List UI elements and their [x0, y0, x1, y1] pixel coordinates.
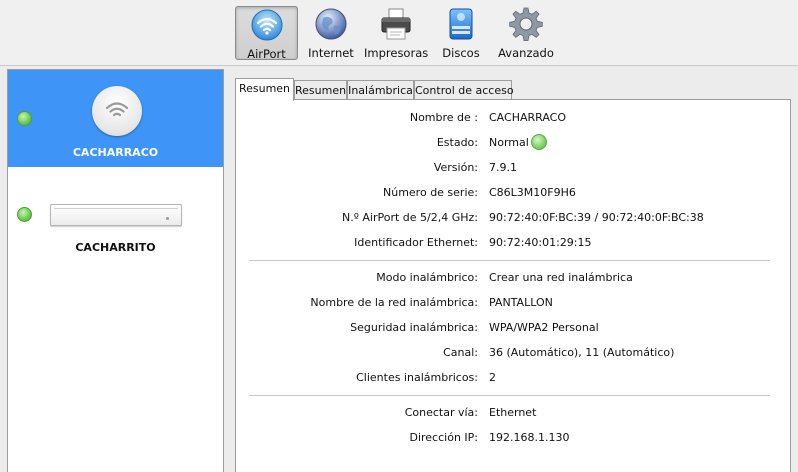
field-value: CACHARRACO [489, 111, 566, 124]
row-modo-inalambrico: Modo inalámbrico: Crear una red inalámbr… [236, 271, 792, 289]
field-value: Ethernet [489, 406, 537, 419]
field-label: Seguridad inalámbrica: [350, 321, 478, 334]
row-version: Versión: 7.9.1 [236, 161, 792, 179]
disk-icon [449, 8, 473, 40]
toolbar-airport-button[interactable]: AirPort [235, 6, 298, 61]
field-label: Nombre de la red inalámbrica: [310, 296, 478, 309]
field-label: Estado: [436, 136, 478, 149]
divider [249, 260, 770, 261]
toolbar-advanced-button[interactable]: Avanzado [496, 6, 556, 60]
device-status-indicator [17, 207, 32, 222]
field-label: Nombre de : [409, 111, 478, 124]
row-estado: Estado: Normal [236, 134, 792, 154]
device-name: CACHARRACO [72, 146, 159, 159]
globe-icon [315, 8, 347, 40]
field-value: WPA/WPA2 Personal [489, 321, 599, 334]
row-nombre-red: Nombre de la red inalámbrica: PANTALLON [236, 296, 792, 314]
field-value: 90:72:40:0F:BC:39 / 90:72:40:0F:BC:38 [489, 211, 704, 224]
row-numero-serie: Número de serie: C86L3M10F9H6 [236, 186, 792, 204]
field-value: 7.9.1 [489, 161, 517, 174]
airport-base-station-icon [92, 86, 142, 136]
toolbar-airport-label: AirPort [247, 47, 286, 61]
toolbar-internet-label: Internet [308, 46, 354, 60]
device-item-cacharrito[interactable]: CACHARRITO [8, 168, 223, 268]
field-value: Normal [489, 136, 529, 149]
row-nombre: Nombre de : CACHARRACO [236, 111, 792, 129]
device-item-cacharraco[interactable]: CACHARRACO [8, 70, 223, 167]
field-label: Clientes inalámbricos: [356, 371, 478, 384]
device-list: CACHARRACO CACHARRITO [7, 69, 224, 472]
field-value: 192.168.1.130 [489, 431, 570, 444]
tab-resumen[interactable]: Resumen [294, 80, 347, 100]
field-label: N.º AirPort de 5/2,4 GHz: [341, 211, 478, 224]
field-label: Canal: [443, 346, 478, 359]
field-value: 36 (Automático), 11 (Automático) [489, 346, 675, 359]
device-name: CACHARRITO [75, 241, 156, 254]
field-value: C86L3M10F9H6 [489, 186, 576, 199]
device-status-indicator [17, 111, 32, 126]
toolbar-printers-label: Impresoras [364, 46, 429, 60]
toolbar-disks-button[interactable]: Discos [440, 6, 482, 60]
toolbar-printers-button[interactable]: Impresoras [364, 6, 428, 60]
field-label: Identificador Ethernet: [354, 236, 478, 249]
row-seguridad: Seguridad inalámbrica: WPA/WPA2 Personal [236, 321, 792, 339]
gear-icon [509, 7, 543, 41]
field-value: 2 [489, 371, 496, 384]
airport-wifi-icon [251, 9, 282, 41]
toolbar-disks-label: Discos [442, 46, 480, 60]
printer-icon [381, 8, 411, 40]
field-label: Dirección IP: [409, 431, 478, 444]
row-ethernet-id: Identificador Ethernet: 90:72:40:01:29:1… [236, 236, 792, 254]
row-canal: Canal: 36 (Automático), 11 (Automático) [236, 346, 792, 364]
tab-inalambrica[interactable]: Inalámbrica [347, 80, 414, 100]
row-clientes: Clientes inalámbricos: 2 [236, 371, 792, 389]
field-label: Versión: [433, 161, 478, 174]
field-label: Modo inalámbrico: [376, 271, 478, 284]
field-value: 90:72:40:01:29:15 [489, 236, 592, 249]
tab-control-de-acceso[interactable]: Control de acceso [414, 80, 514, 100]
tab-resumen-active[interactable]: Resumen [235, 78, 294, 101]
airport-express-icon [50, 204, 182, 226]
row-conectar-via: Conectar vía: Ethernet [236, 406, 792, 424]
divider [249, 395, 770, 396]
toolbar-advanced-label: Avanzado [498, 46, 554, 60]
summary-panel: Nombre de : CACHARRACO Estado: Normal Ve… [235, 99, 791, 472]
field-label: Número de serie: [383, 186, 478, 199]
field-label: Conectar vía: [404, 406, 478, 419]
field-value: PANTALLON [489, 296, 553, 309]
status-indicator [531, 134, 547, 150]
field-value: Crear una red inalámbrica [489, 271, 633, 284]
toolbar: AirPort Internet Impresoras Discos Avanz… [0, 0, 798, 66]
row-direccion-ip: Dirección IP: 192.168.1.130 [236, 431, 792, 449]
row-airport-id: N.º AirPort de 5/2,4 GHz: 90:72:40:0F:BC… [236, 211, 792, 229]
toolbar-internet-button[interactable]: Internet [306, 6, 356, 60]
